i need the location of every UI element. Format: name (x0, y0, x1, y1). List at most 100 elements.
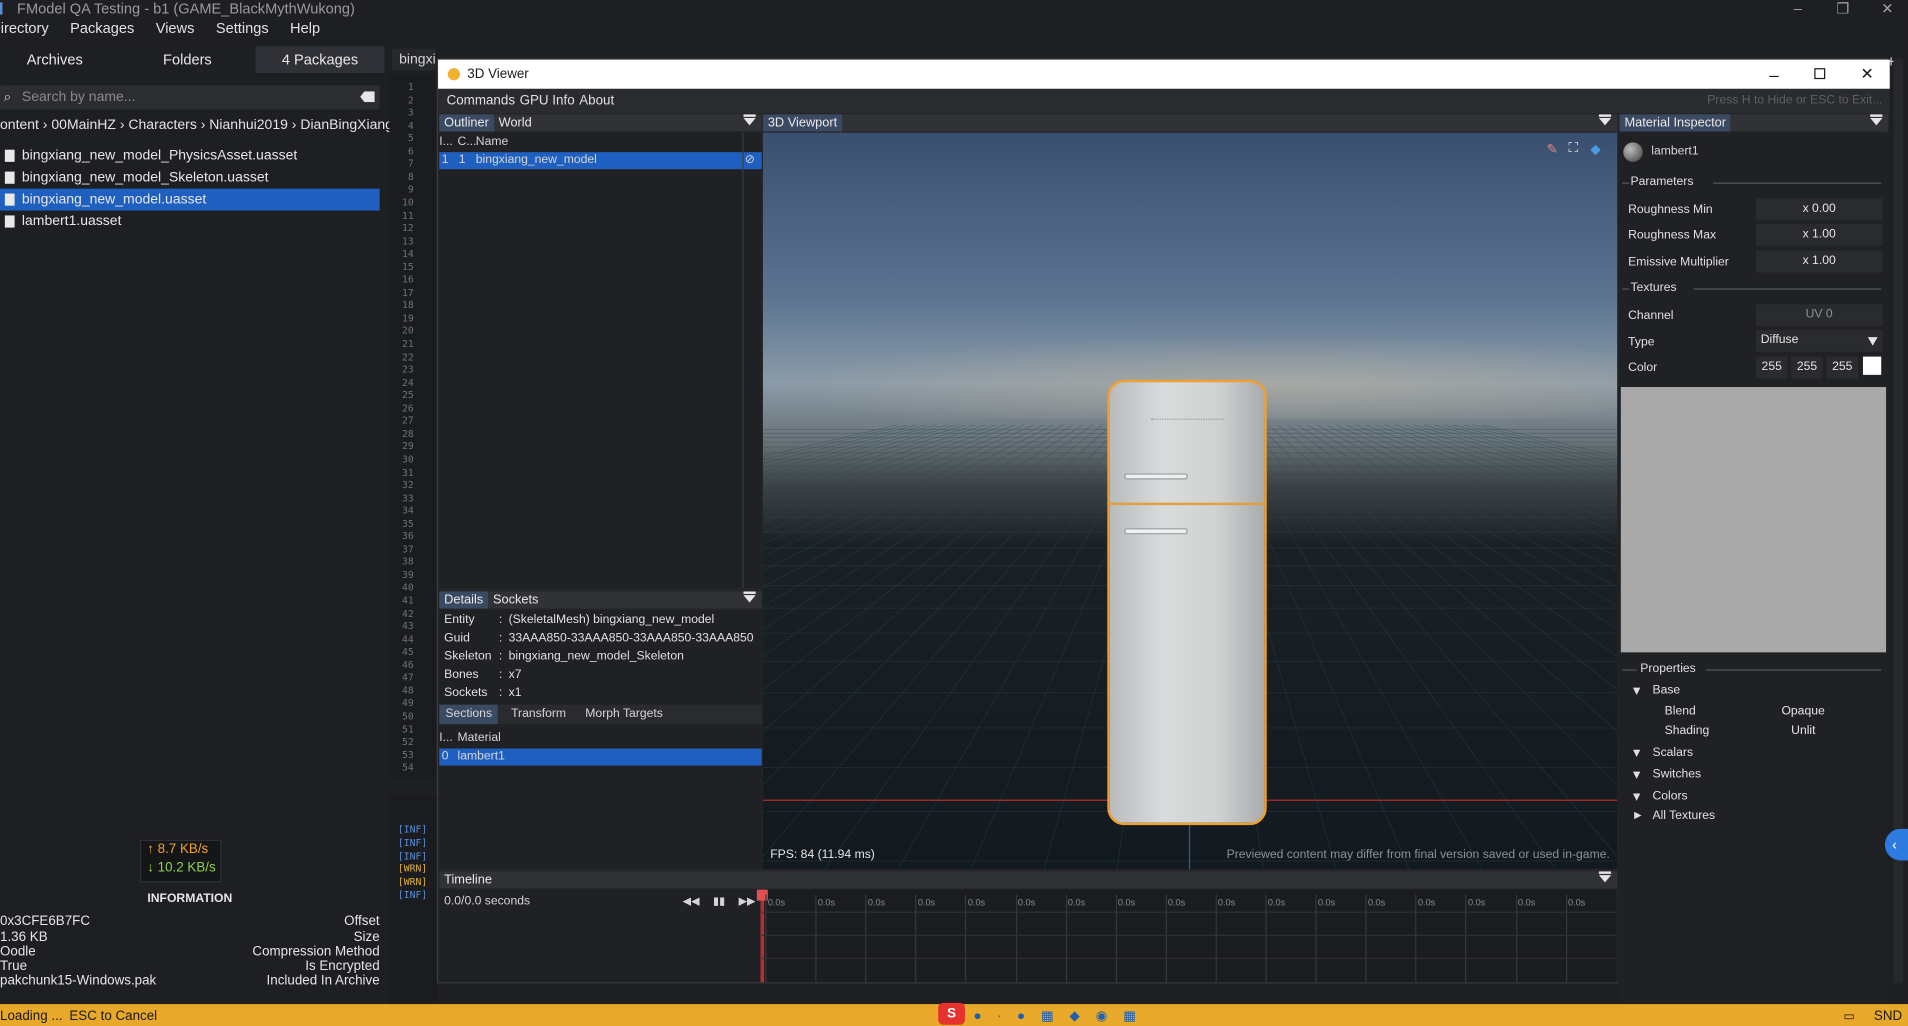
tick-label: 0.0s (1017, 896, 1036, 908)
tab-archives[interactable]: Archives (0, 46, 110, 73)
menu-about[interactable]: About (579, 89, 614, 113)
section-row[interactable]: 0 lambert1 (439, 748, 762, 766)
visibility-toggle-icon[interactable]: ⊘ (745, 152, 755, 169)
status-text: Loading ... (0, 1008, 63, 1024)
menu-gpu-info[interactable]: GPU Info (520, 89, 575, 113)
detail-row: Skeleton: bingxiang_new_model_Skeleton (444, 649, 684, 664)
status-bar: Loading ... ESC to Cancel S ● ∙ ● ▦ ◆ ◉ … (0, 1002, 1908, 1026)
ime-toolbar-icons[interactable]: ● ∙ ● ▦ ◆ ◉ ▦ (973, 1004, 1142, 1026)
fast-forward-button[interactable]: ▶▶ (739, 895, 756, 908)
tab-packages[interactable]: 4 Packages (255, 46, 385, 74)
frame-icon[interactable]: ⛶ (1568, 141, 1577, 157)
clear-search-icon[interactable] (360, 91, 375, 103)
main-menu: Directory Packages Views Settings Help (0, 18, 1908, 41)
editor-tab[interactable]: bingxia (391, 48, 436, 71)
group-scalars[interactable]: Scalars (1652, 746, 1693, 759)
tick-line (765, 894, 767, 983)
file-item[interactable]: bingxiang_new_model_PhysicsAsset.uasset (0, 145, 380, 167)
tab-timeline[interactable]: Timeline (439, 871, 497, 888)
menu-commands[interactable]: Commands (447, 89, 515, 113)
row-count: 1 (458, 153, 466, 167)
breadcrumb-item[interactable]: 00MainHZ (51, 118, 116, 133)
grid-line (1472, 424, 1618, 461)
channel-field[interactable]: UV 0 (1755, 304, 1883, 327)
restore-icon[interactable]: ❐ (1836, 0, 1849, 17)
ime-icon[interactable]: S (938, 1002, 965, 1025)
detail-value: x1 (508, 686, 522, 700)
close-icon[interactable]: ✕ (1881, 0, 1893, 17)
chevron-down-icon[interactable] (1632, 793, 1641, 801)
refrigerator-model[interactable] (1107, 379, 1267, 826)
tab-details[interactable]: Details (439, 591, 489, 609)
info-label: Offset (344, 914, 380, 929)
pause-button[interactable]: ▮▮ (713, 895, 725, 908)
param-value-field[interactable]: x 1.00 (1755, 223, 1883, 246)
color-b: 255 (1832, 360, 1853, 374)
panel-menu-icon[interactable] (743, 591, 756, 603)
tab-sections[interactable]: Sections (439, 704, 499, 725)
viewer-minimize-icon[interactable]: – (1769, 60, 1778, 89)
file-item-selected[interactable]: bingxiang_new_model.uasset (0, 188, 380, 211)
panel-menu-icon[interactable] (1598, 871, 1612, 883)
menu-settings[interactable]: Settings (216, 19, 269, 36)
color-b-field[interactable]: 255 (1826, 356, 1859, 379)
group-colors[interactable]: Colors (1652, 790, 1687, 803)
keyboard-icon: ▭ (1843, 1010, 1856, 1024)
param-value-field[interactable]: x 0.00 (1755, 198, 1883, 221)
minimize-icon[interactable]: – (1794, 0, 1802, 17)
chevron-down-icon[interactable] (1632, 687, 1641, 695)
param-row: Roughness Max (1628, 229, 1716, 242)
chevron-right-icon[interactable] (1634, 811, 1642, 820)
line-number: 13 (401, 235, 414, 247)
panel-menu-icon[interactable] (743, 114, 756, 126)
tab-folders[interactable]: Folders (127, 46, 249, 73)
grid-line (762, 424, 1123, 786)
cube-icon[interactable]: ◆ (1590, 141, 1600, 157)
breadcrumb-item[interactable]: Nianhui2019 (209, 118, 288, 133)
tab-world[interactable]: World (494, 114, 537, 131)
tab-3d-viewport[interactable]: 3D Viewport (762, 114, 843, 132)
chevron-down-icon[interactable] (1632, 771, 1641, 779)
menu-directory[interactable]: Directory (0, 19, 49, 36)
tab-sockets[interactable]: Sockets (488, 592, 543, 609)
viewport-disclaimer: Previewed content may differ from final … (1226, 848, 1610, 862)
chevron-down-icon[interactable] (1632, 749, 1641, 758)
material-inspector: lambert1 Parameters Roughness Min x 0.00… (1618, 132, 1889, 1003)
outliner-row[interactable]: 1 1 bingxiang_new_model ⊘ (439, 152, 762, 170)
info-value: Oodle (0, 944, 36, 960)
group-all-textures[interactable]: All Textures (1652, 809, 1715, 822)
param-value-field[interactable]: x 1.00 (1755, 250, 1883, 273)
color-r-field[interactable]: 255 (1755, 356, 1788, 379)
breadcrumb-item[interactable]: DianBingXiang (300, 118, 393, 133)
menu-packages[interactable]: Packages (70, 19, 134, 36)
group-base[interactable]: Base (1652, 684, 1680, 697)
color-swatch[interactable] (1862, 356, 1882, 375)
tab-morph-targets[interactable]: Morph Targets (585, 705, 663, 724)
viewer-close-icon[interactable]: ✕ (1861, 60, 1874, 89)
group-switches[interactable]: Switches (1652, 768, 1701, 781)
breadcrumb-item[interactable]: Characters (128, 118, 196, 133)
window-title: FModel QA Testing - b1 (GAME_BlackMythWu… (17, 0, 355, 18)
channel-row: Channel (1628, 309, 1673, 322)
panel-menu-icon[interactable] (1870, 114, 1883, 126)
breadcrumb-item[interactable]: ontent (0, 118, 39, 133)
menu-views[interactable]: Views (156, 19, 195, 36)
tab-material-inspector[interactable]: Material Inspector (1619, 114, 1731, 132)
file-item[interactable]: lambert1.uasset (0, 211, 380, 233)
3d-viewport[interactable]: ✎ ⛶ ◆ FPS: 84 (11.94 ms) Previewed conte… (762, 132, 1618, 869)
rewind-button[interactable]: ◀◀ (683, 895, 700, 908)
tab-transform[interactable]: Transform (511, 705, 566, 724)
menu-help[interactable]: Help (290, 19, 320, 36)
panel-menu-icon[interactable] (1598, 114, 1612, 126)
info-row: pakchunk15-Windows.pak Included In Archiv… (0, 974, 380, 989)
tab-outliner[interactable]: Outliner (439, 114, 494, 132)
color-g-field[interactable]: 255 (1791, 356, 1823, 379)
search-input[interactable]: ⌕ Search by name... (0, 85, 380, 110)
viewer-maximize-icon[interactable] (1814, 68, 1826, 80)
grid-line (1238, 424, 1556, 869)
line-number: 31 (401, 466, 414, 478)
lighting-icon[interactable]: ✎ (1547, 141, 1558, 157)
type-select[interactable]: Diffuse (1755, 329, 1883, 352)
file-item[interactable]: bingxiang_new_model_Skeleton.uasset (0, 167, 380, 189)
detail-row: Guid:33AAA850-33AAA850-33AAA850-33AAA850 (444, 631, 754, 646)
